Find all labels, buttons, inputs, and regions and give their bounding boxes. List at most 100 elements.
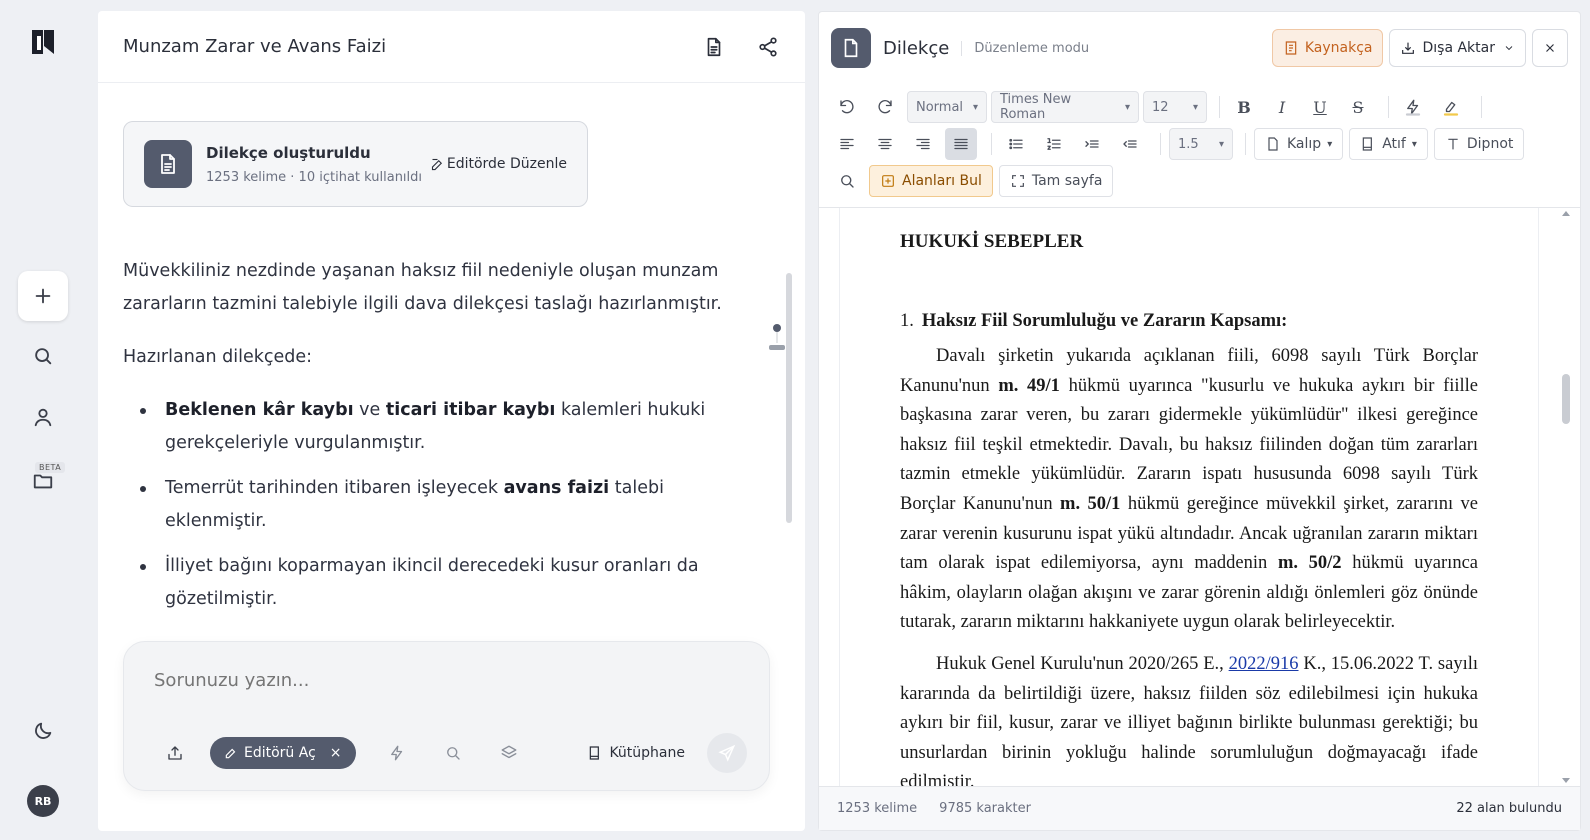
editor-scrollbar[interactable]	[1559, 208, 1573, 786]
document-icon	[844, 38, 858, 58]
bold-text: m. 50/1	[1060, 493, 1121, 514]
share-button[interactable]	[756, 35, 780, 59]
paragraph-style-value: Normal	[916, 99, 964, 115]
chat-scrollbar[interactable]	[786, 273, 792, 523]
folder-icon	[33, 474, 53, 489]
export-button[interactable]: Dışa Aktar	[1389, 29, 1526, 67]
list-item: Temerrüt tarihinden itibaren işleyecek a…	[123, 472, 743, 538]
quick-mode-button[interactable]	[386, 742, 408, 764]
chat-panel: Munzam Zarar ve Avans Faizi Dilekçe oluş…	[98, 11, 805, 831]
layers-button[interactable]	[498, 742, 520, 764]
new-chat-button[interactable]	[18, 271, 68, 321]
underline-button[interactable]: U	[1304, 91, 1336, 123]
char-count: 9785 karakter	[939, 801, 1031, 816]
dark-mode-toggle[interactable]	[18, 706, 68, 756]
close-editor-button[interactable]	[1532, 29, 1568, 67]
toolbar-divider	[1388, 96, 1389, 118]
document-created-card[interactable]: Dilekçe oluşturuldu 1253 kelime · 10 içt…	[123, 121, 588, 207]
align-justify-icon	[954, 138, 968, 150]
folders-button[interactable]	[18, 456, 68, 506]
message-paragraph: Müvekkiliniz nezdinde yaşanan haksız fii…	[123, 261, 722, 314]
send-button[interactable]	[707, 733, 747, 773]
align-center-button[interactable]	[869, 128, 901, 160]
plus-icon	[35, 288, 51, 304]
footnote-button[interactable]: Dipnot	[1433, 128, 1525, 160]
open-editor-label: Editörü Aç	[244, 745, 316, 761]
toolbar-divider	[991, 133, 992, 155]
case-link[interactable]: 2022/916	[1229, 654, 1299, 674]
chevron-down-icon	[1505, 46, 1513, 51]
chevron-down-icon: ▾	[1192, 101, 1198, 113]
fullpage-button[interactable]: Tam sayfa	[998, 165, 1114, 197]
toolbar-divider	[1245, 133, 1246, 155]
font-size-value: 12	[1152, 99, 1169, 115]
chip-close-icon[interactable]: ×	[330, 745, 342, 761]
export-label: Dışa Aktar	[1422, 40, 1495, 56]
paragraph-style-select[interactable]: Normal ▾	[907, 91, 987, 123]
document-button[interactable]	[702, 35, 726, 59]
align-right-icon	[916, 138, 930, 150]
line-spacing-select[interactable]: 1.5 ▾	[1169, 128, 1233, 160]
document-icon	[161, 154, 175, 174]
indent-button[interactable]	[1076, 128, 1108, 160]
toolbar-divider	[1219, 96, 1220, 118]
editor-title: Dilekçe	[883, 37, 950, 59]
find-fields-label: Alanları Bul	[902, 173, 982, 189]
lightning-icon	[390, 745, 402, 761]
open-editor-chip[interactable]: Editörü Aç ×	[210, 737, 356, 769]
layers-icon	[501, 745, 516, 759]
undo-button[interactable]	[831, 91, 863, 123]
editor-mode: Düzenleme modu	[961, 40, 1089, 56]
message-list: Beklenen kâr kaybı ve ticari itibar kayb…	[123, 394, 743, 616]
doc-card-text: Dilekçe oluşturuldu 1253 kelime · 10 içt…	[206, 144, 422, 185]
redo-icon	[878, 99, 892, 114]
align-justify-button[interactable]	[945, 128, 977, 160]
template-label: Kalıp	[1287, 136, 1322, 152]
editor-header: Dilekçe Düzenleme modu Kaynakça Dışa Akt…	[819, 12, 1580, 84]
highlighter-icon	[1443, 101, 1459, 116]
align-left-button[interactable]	[831, 128, 863, 160]
bibliography-button[interactable]: Kaynakça	[1271, 29, 1384, 67]
bold-text: Beklenen kâr kaybı	[165, 400, 354, 420]
outdent-button[interactable]	[1114, 128, 1146, 160]
bullet-list-button[interactable]	[1000, 128, 1032, 160]
highlight-button[interactable]	[1435, 91, 1467, 123]
library-button[interactable]: Kütüphane	[587, 745, 685, 761]
bibliography-label: Kaynakça	[1304, 40, 1373, 56]
text-color-button[interactable]	[1397, 91, 1429, 123]
redo-button[interactable]	[869, 91, 901, 123]
avatar[interactable]: RB	[27, 785, 59, 817]
search-icon	[446, 747, 460, 760]
template-button[interactable]: Kalıp ▾	[1254, 128, 1344, 160]
web-search-button[interactable]	[442, 742, 464, 764]
strikethrough-button[interactable]: S	[1342, 91, 1374, 123]
find-button[interactable]	[831, 165, 863, 197]
app-logo[interactable]	[31, 28, 55, 56]
editor-status-bar: 1253 kelime 9785 karakter 22 alan bulund…	[819, 786, 1580, 830]
font-size-select[interactable]: 12 ▾	[1143, 91, 1207, 123]
chevron-down-icon: ▾	[1411, 138, 1417, 150]
footnote-label: Dipnot	[1466, 136, 1514, 152]
fullpage-label: Tam sayfa	[1031, 173, 1103, 189]
citation-button[interactable]: Atıf ▾	[1349, 128, 1428, 160]
profile-button[interactable]	[18, 392, 68, 442]
numbered-list-button[interactable]	[1038, 128, 1070, 160]
undo-icon	[840, 99, 854, 114]
left-rail: BETA RB	[0, 0, 86, 840]
upload-button[interactable]	[164, 742, 186, 764]
search-button[interactable]	[18, 331, 68, 381]
edit-in-editor-button[interactable]: Editörde Düzenle	[430, 156, 567, 172]
find-fields-button[interactable]: Alanları Bul	[869, 165, 993, 197]
font-family-value: Times New Roman	[1000, 92, 1072, 122]
subsection-number: 1.	[900, 311, 914, 331]
message-input[interactable]	[154, 670, 714, 691]
list-item: Beklenen kâr kaybı ve ticari itibar kayb…	[123, 394, 743, 460]
editor-scroll-thumb[interactable]	[1562, 374, 1570, 424]
document-page[interactable]: HUKUKİ SEBEPLER 1. Haksız Fiil Sorumluluğ…	[839, 208, 1539, 786]
font-family-select[interactable]: Times New Roman ▾	[991, 91, 1139, 123]
align-right-button[interactable]	[907, 128, 939, 160]
user-icon	[34, 408, 52, 427]
composer-tools: Editörü Aç × Kütüphane	[164, 733, 747, 773]
bold-button[interactable]: B	[1228, 91, 1260, 123]
italic-button[interactable]: I	[1266, 91, 1298, 123]
